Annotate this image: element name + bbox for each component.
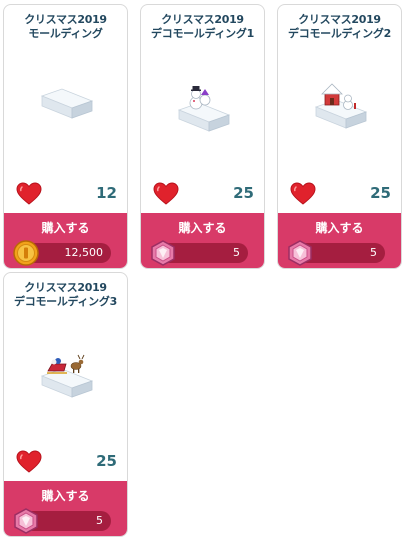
buy-button[interactable]: 購入する 5 [141,213,264,268]
buy-button[interactable]: 購入する 12,500 [4,213,127,268]
price-pill: 5 [151,240,248,266]
item-card-deco-molding-2[interactable]: クリスマス2019 デコモールディング2 25 購入する 5 [277,4,402,269]
heart-icon[interactable] [290,182,316,206]
price-pill: 5 [14,508,111,534]
buy-label: 購入する [315,221,364,235]
gem-icon [151,240,175,266]
item-card-deco-molding-3[interactable]: クリスマス2019 デコモールディング3 25 購入する 5 [3,272,128,537]
like-count: 25 [233,184,254,202]
price-value: 5 [370,246,377,259]
price-value: 5 [96,514,103,527]
buy-label: 購入する [41,221,90,235]
price-pill: 5 [288,240,385,266]
gem-icon [288,240,312,266]
price-pill: 12,500 [13,240,111,266]
like-count: 12 [96,184,117,202]
sleigh-molding-icon [40,354,94,398]
item-title: クリスマス2019 デコモールディング2 [288,13,391,40]
price-value: 12,500 [64,246,104,259]
snow-molding-icon [40,88,94,119]
item-title: クリスマス2019 デコモールディング3 [14,281,117,308]
house-molding-icon [314,83,368,129]
gem-icon [14,508,38,534]
buy-label: 購入する [178,221,227,235]
item-title: クリスマス2019 モールディング [24,13,107,40]
heart-icon[interactable] [16,450,42,474]
item-title: クリスマス2019 デコモールディング1 [151,13,254,40]
price-value: 5 [233,246,240,259]
buy-button[interactable]: 購入する 5 [4,481,127,536]
item-card-molding[interactable]: クリスマス2019 モールディング 12 購入する 12,500 [3,4,128,269]
coin-icon [13,240,39,266]
heart-icon[interactable] [16,182,42,206]
heart-icon[interactable] [153,182,179,206]
like-count: 25 [96,452,117,470]
item-card-deco-molding-1[interactable]: クリスマス2019 デコモールディング1 25 購入する 5 [140,4,265,269]
buy-button[interactable]: 購入する 5 [278,213,401,268]
buy-label: 購入する [41,489,90,503]
snowman-molding-icon [177,86,231,132]
like-count: 25 [370,184,391,202]
